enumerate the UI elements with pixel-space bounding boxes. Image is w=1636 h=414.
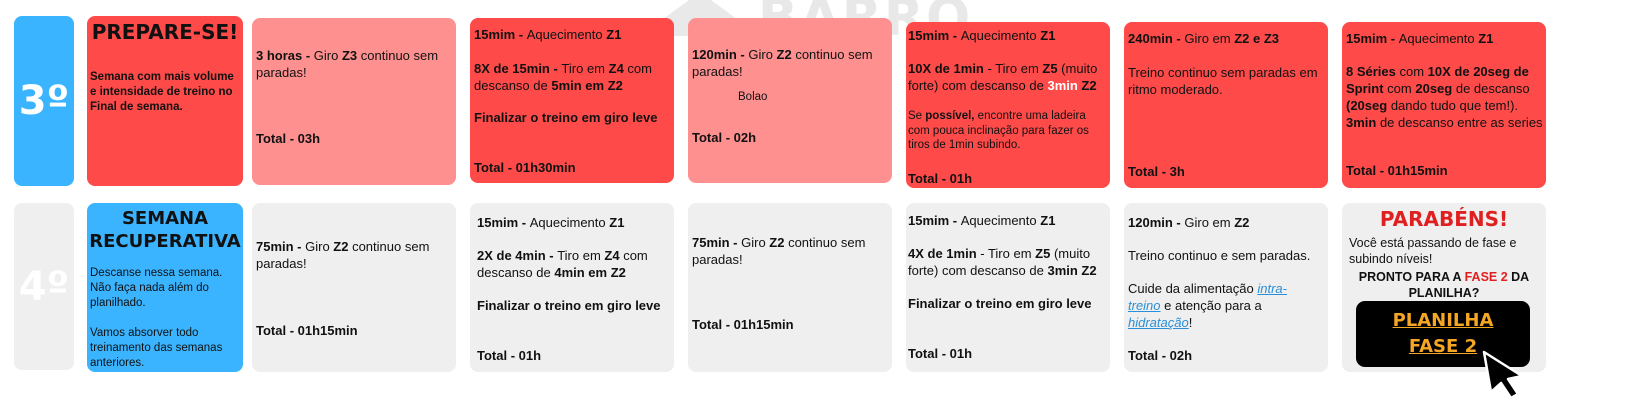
- week-number-3: 3º: [14, 16, 74, 186]
- congrats-title: PARABÉNS!: [1379, 207, 1509, 231]
- ready-text: PRONTO PARA A FASE 2 DA PLANILHA?: [1358, 270, 1530, 300]
- day-card-r4-3: 75min - Giro Z2 continuo sem paradas! To…: [688, 203, 892, 372]
- day-card-r3-6: 15mim - Aquecimento Z1 8 Séries com 10X …: [1342, 22, 1546, 188]
- day-card-r4-4: 15mim - Aquecimento Z1 4X de 1min - Tiro…: [906, 203, 1110, 372]
- cursor-pointer-icon: [1482, 350, 1524, 400]
- total-label: Total - 02h: [692, 130, 757, 145]
- workout-desc: 3 horas - Giro Z3 continuo sem paradas!: [256, 48, 439, 80]
- total-label: Total - 01h: [477, 348, 542, 363]
- day-card-r3-2: 15mim - Aquecimento Z1 8X de 15min - Tir…: [470, 18, 674, 183]
- day-card-r4-5: 120min - Giro em Z2 Treino continuo e se…: [1124, 203, 1328, 372]
- total-label: Total - 03h: [256, 131, 321, 146]
- day-card-r3-5: 240min - Giro em Z2 e Z3 Treino continuo…: [1124, 22, 1328, 188]
- prepare-text: Semana com mais volume e intensidade de …: [90, 71, 234, 113]
- total-label: Total - 01h: [908, 171, 973, 186]
- hidratacao-link[interactable]: hidratação: [1128, 315, 1189, 330]
- note-text: Bolao: [738, 91, 768, 103]
- total-label: Total - 01h15min: [1346, 163, 1448, 178]
- congrats-card: PARABÉNS! Você está passando de fase e s…: [1342, 203, 1546, 372]
- day-card-r4-1: 75min - Giro Z2 continuo sem paradas! To…: [252, 203, 456, 372]
- total-label: Total - 01h15min: [256, 323, 358, 338]
- total-label: Total - 01h30min: [474, 160, 576, 175]
- recovery-card: SEMANA RECUPERATIVA Descanse nessa semana…: [87, 203, 243, 372]
- total-label: Total - 01h: [908, 346, 973, 361]
- total-label: Total - 3h: [1128, 164, 1185, 179]
- total-label: Total - 01h15min: [692, 317, 794, 332]
- prepare-title: PREPARE-SE!: [91, 20, 239, 44]
- prepare-card: PREPARE-SE! Semana com mais volume e int…: [87, 16, 243, 186]
- day-card-r4-2: 15mim - Aquecimento Z1 2X de 4min - Tiro…: [470, 203, 674, 372]
- day-card-r3-3: 120min - Giro Z2 continuo sem paradas! B…: [688, 18, 892, 183]
- day-card-r3-1: 3 horas - Giro Z3 continuo sem paradas! …: [252, 18, 456, 185]
- total-label: Total - 02h: [1128, 348, 1193, 363]
- day-card-r3-4: 15mim - Aquecimento Z1 10X de 1min - Tir…: [906, 22, 1110, 188]
- recovery-title: SEMANA RECUPERATIVA: [89, 208, 241, 252]
- week-number-4: 4º: [14, 203, 74, 370]
